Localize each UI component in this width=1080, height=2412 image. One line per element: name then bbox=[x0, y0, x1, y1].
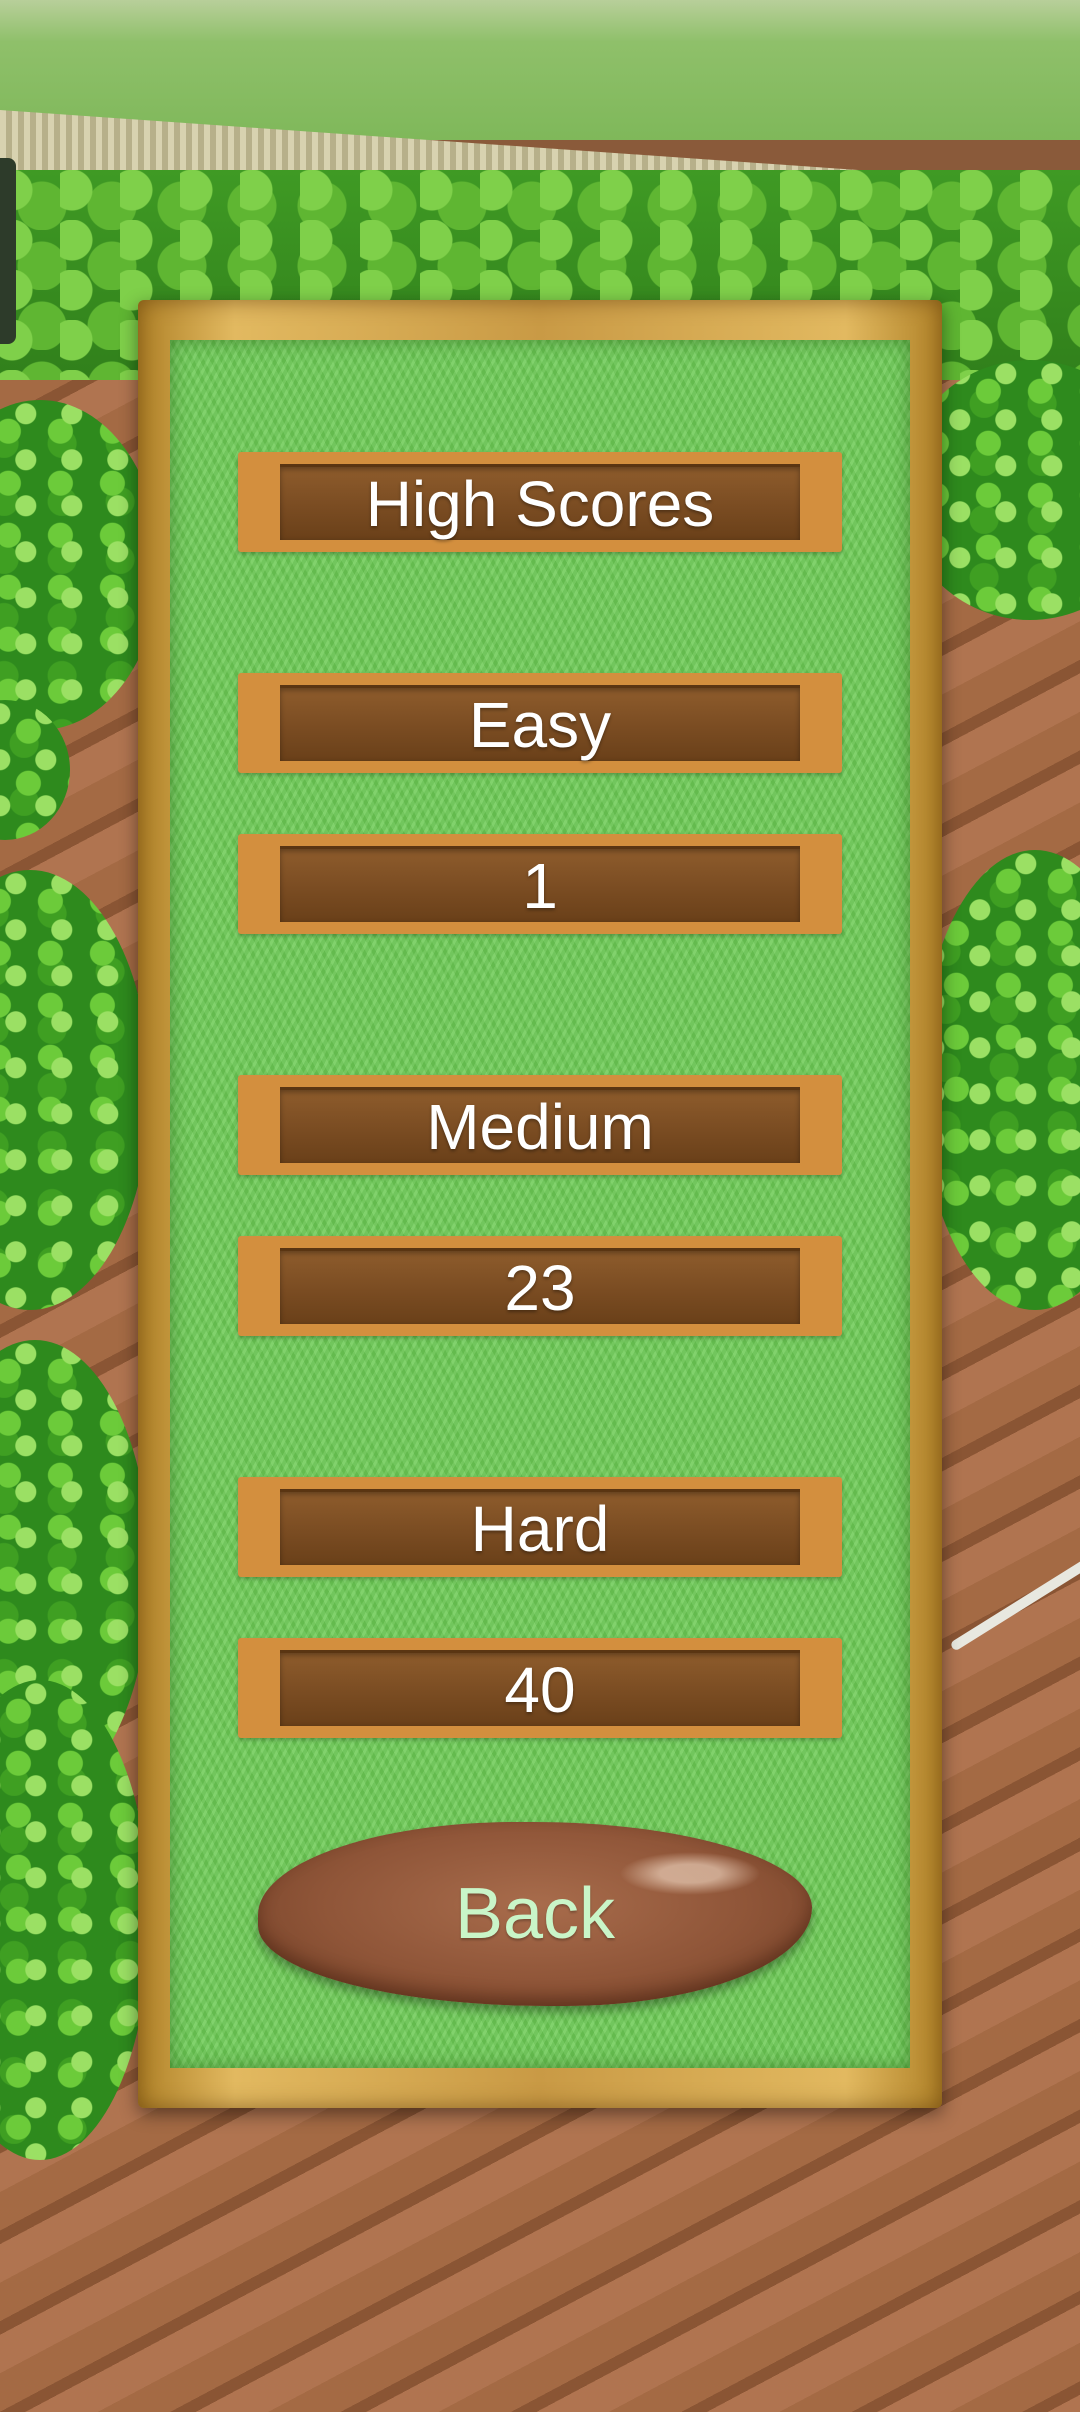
edge-handle bbox=[0, 158, 16, 344]
high-scores-panel bbox=[170, 340, 910, 2068]
title-plank: High Scores bbox=[238, 452, 842, 552]
medium-score-plank: 23 bbox=[238, 1236, 842, 1336]
back-button-label: Back bbox=[454, 1874, 616, 1954]
easy-score: 1 bbox=[522, 849, 558, 922]
hard-score-plank: 40 bbox=[238, 1638, 842, 1738]
hard-score: 40 bbox=[504, 1653, 576, 1726]
easy-label-plank: Easy bbox=[238, 673, 842, 773]
hard-label: Hard bbox=[470, 1492, 610, 1565]
medium-label: Medium bbox=[426, 1090, 654, 1163]
page-title: High Scores bbox=[365, 467, 715, 540]
easy-label: Easy bbox=[468, 688, 612, 761]
back-button[interactable]: Back bbox=[258, 1822, 812, 2006]
distant-fields bbox=[0, 0, 1080, 140]
medium-label-plank: Medium bbox=[238, 1075, 842, 1175]
hard-label-plank: Hard bbox=[238, 1477, 842, 1577]
medium-score: 23 bbox=[504, 1251, 576, 1324]
easy-score-plank: 1 bbox=[238, 834, 842, 934]
